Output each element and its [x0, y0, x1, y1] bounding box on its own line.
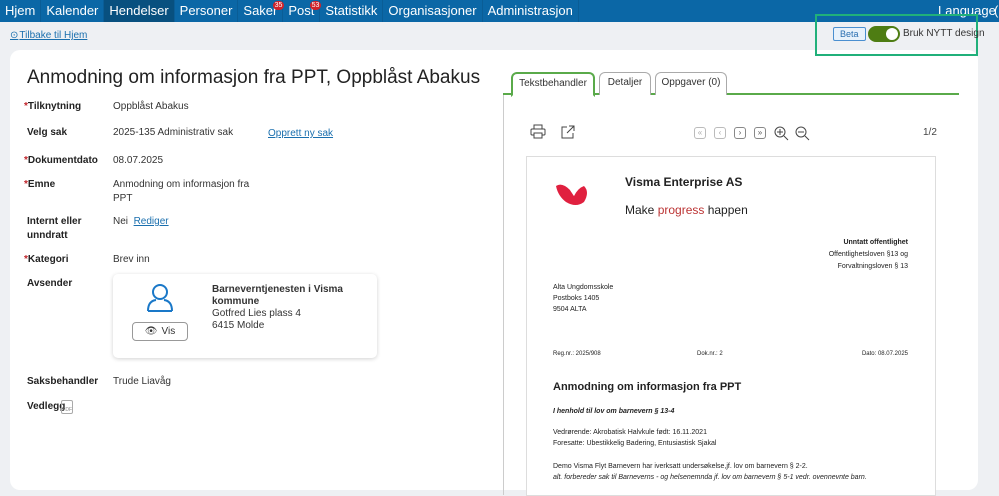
first-page-button[interactable]: « — [694, 127, 706, 139]
value-tilknytning: Oppblåst Abakus — [113, 101, 189, 112]
doc-heading: Anmodning om informasjon fra PPT — [553, 381, 742, 393]
label-emne: *Emne — [24, 179, 56, 190]
page-indicator: 1/2 — [923, 127, 937, 138]
back-link[interactable]: ⊙ Tilbake til Hjem — [10, 30, 87, 41]
doc-body: Demo Visma Flyt Barnevern har iverksatt … — [553, 463, 867, 481]
label-kategori: *Kategori — [24, 254, 69, 265]
create-case-link[interactable]: Opprett ny sak — [268, 127, 333, 141]
doc-doknr: Dok.nr.: 2 — [697, 351, 723, 357]
new-design-toggle[interactable] — [868, 26, 900, 42]
tab-tekstbehandler[interactable]: Tekstbehandler — [511, 72, 595, 97]
next-page-button[interactable]: › — [734, 127, 746, 139]
nav-organisasjoner[interactable]: Organisasjoner — [383, 0, 483, 22]
doc-dato: Dato: 08.07.2025 — [861, 351, 908, 357]
nav-administrasjon[interactable]: Administrasjon — [483, 0, 579, 22]
edit-link[interactable]: Rediger — [134, 216, 169, 227]
nav-extra[interactable]: ( — [994, 0, 998, 22]
last-page-button[interactable]: » — [754, 127, 766, 139]
visma-logo — [556, 184, 587, 205]
tab-oppgaver[interactable]: Oppgaver (0) — [655, 72, 727, 95]
label-avsender: Avsender — [27, 278, 73, 289]
print-icon[interactable] — [530, 124, 546, 140]
label-internt: Internt eller unndratt — [27, 216, 82, 241]
document-preview: Visma Enterprise AS Make progress happen… — [526, 156, 936, 496]
beta-badge: Beta — [833, 27, 866, 41]
nav-statistikk[interactable]: Statistikk — [320, 0, 384, 22]
value-internt: Nei Rediger — [113, 216, 169, 227]
zoom-out-icon[interactable] — [794, 125, 810, 141]
nav-post[interactable]: Post 53 — [283, 0, 322, 22]
back-arrow-icon: ⊙ — [10, 30, 19, 41]
view-sender-button[interactable]: 👁 Vis — [132, 322, 188, 341]
viewer-tabs: Tekstbehandler Detaljer Oppgaver (0) — [503, 70, 959, 97]
nav-personer[interactable]: Personer — [175, 0, 239, 22]
eye-icon: 👁 — [144, 326, 158, 337]
value-saksbehandler: Trude Liavåg — [113, 376, 171, 387]
value-emne: Anmodning om informasjon fra PPT — [113, 179, 250, 204]
page-title: Anmodning om informasjon fra PPT, Oppblå… — [27, 67, 481, 88]
tab-detaljer[interactable]: Detaljer — [599, 72, 651, 95]
doc-confidentiality: Unntatt offentlighet Offentlighetsloven §… — [828, 239, 908, 270]
doc-recipient: Alta Ungdomsskole Postboks 1405 9504 ALTA — [553, 284, 614, 313]
label-dokumentdato: *Dokumentdato — [24, 155, 98, 166]
label-saksbehandler: Saksbehandler — [27, 376, 99, 387]
value-kategori: Brev inn — [113, 254, 150, 265]
label-velg-sak: Velg sak — [27, 127, 68, 138]
open-external-icon[interactable] — [560, 124, 576, 140]
doc-regnr: Reg.nr.: 2025/908 — [553, 351, 601, 357]
nav-saker[interactable]: Saker 35 — [238, 0, 285, 22]
nav-hjem[interactable]: Hjem — [0, 0, 42, 22]
zoom-in-icon[interactable] — [773, 125, 789, 141]
doc-slogan: Make progress happen — [625, 203, 748, 217]
value-dokumentdato: 08.07.2025 — [113, 155, 164, 166]
prev-page-button[interactable]: ‹ — [714, 127, 726, 139]
value-velg-sak: 2025-135 Administrativ sak — [113, 127, 234, 138]
pdf-attachment-icon[interactable]: PDF — [61, 400, 73, 414]
person-icon — [147, 284, 173, 312]
doc-subject: Vedrørende: Akrobatisk Halvkule født: 16… — [553, 429, 717, 447]
toggle-label: Bruk NYTT design — [903, 28, 985, 39]
viewer-border — [503, 95, 504, 495]
nav-hendelser[interactable]: Hendelser — [104, 0, 175, 22]
label-tilknytning: *Tilknytning — [24, 101, 82, 112]
sender-details: Barneverntjenesten i Visma kommune Gotfr… — [212, 284, 343, 331]
back-link-label: Tilbake til Hjem — [19, 30, 88, 41]
nav-kalender[interactable]: Kalender — [41, 0, 105, 22]
label-vedlegg: Vedlegg — [27, 401, 66, 412]
doc-company: Visma Enterprise AS — [625, 175, 743, 189]
doc-subheading: I henhold til lov om barnevern § 13-4 — [553, 408, 675, 415]
sender-card: 👁 Vis Barneverntjenesten i Visma kommune … — [113, 274, 377, 358]
